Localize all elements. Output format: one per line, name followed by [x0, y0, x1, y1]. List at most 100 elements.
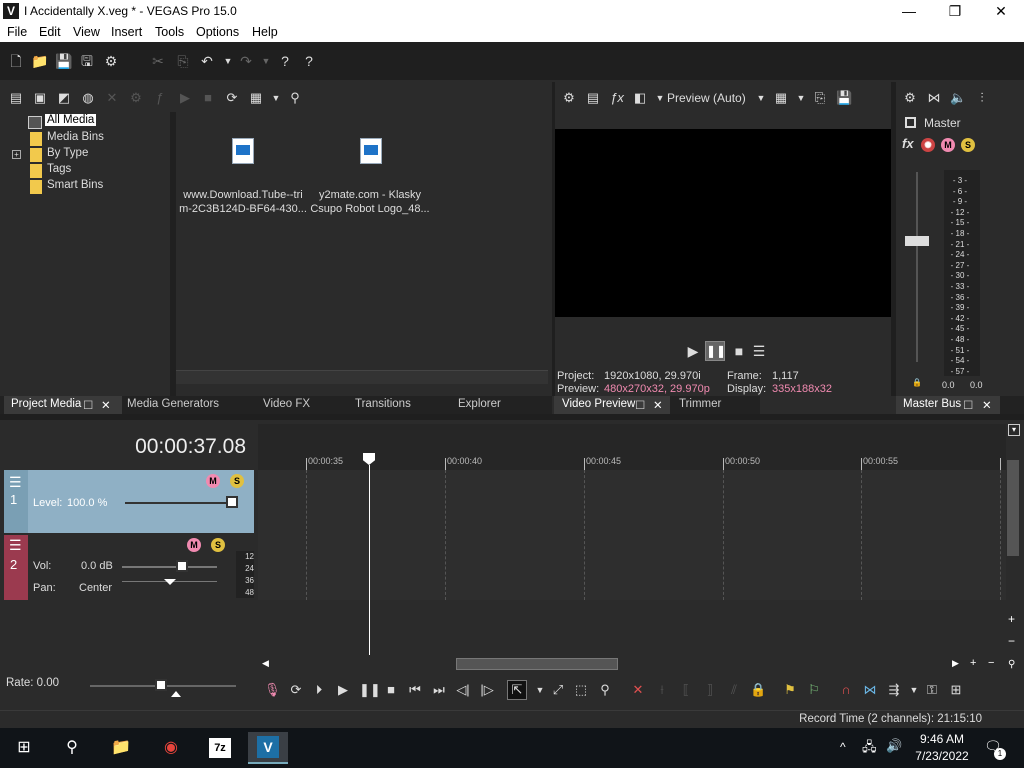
- vertical-scrollbar[interactable]: + −: [1006, 440, 1020, 650]
- close-button[interactable]: ✕: [978, 0, 1024, 22]
- trim-end-icon[interactable]: ⟧: [702, 682, 718, 698]
- pause-button[interactable]: ❚❚: [705, 341, 726, 361]
- expand-icon[interactable]: +: [12, 150, 21, 159]
- overlays-dropdown-icon[interactable]: ▼: [793, 90, 809, 106]
- pan-slider-handle[interactable]: [164, 579, 176, 585]
- close-tab-icon[interactable]: ✕: [101, 398, 111, 412]
- record-icon[interactable]: 🎙: [264, 682, 281, 698]
- volume-icon[interactable]: 🔊: [886, 738, 902, 754]
- clock-time[interactable]: 9:46 AM: [917, 732, 967, 746]
- zoom-out-icon[interactable]: −: [1008, 634, 1015, 648]
- solo-icon[interactable]: S: [230, 474, 244, 488]
- scroll-right-icon[interactable]: ▶: [952, 658, 959, 669]
- zoom-tool-icon[interactable]: ⚲: [597, 682, 613, 698]
- import-media-icon[interactable]: ▤: [8, 90, 24, 106]
- media-properties-icon[interactable]: ⚙: [128, 90, 144, 106]
- play-from-start-icon[interactable]: ⏵: [311, 682, 327, 698]
- vertical-scroll-thumb[interactable]: [1007, 460, 1019, 556]
- auto-preview-icon[interactable]: ⟳: [224, 90, 240, 106]
- menu-help[interactable]: Help: [252, 25, 278, 39]
- speaker-icon[interactable]: 🔈: [950, 90, 966, 106]
- region-icon[interactable]: ⚐: [806, 682, 822, 698]
- zoom-search-icon[interactable]: ⚲: [1008, 659, 1015, 670]
- horizontal-scroll-thumb[interactable]: [456, 658, 618, 670]
- tab-explorer[interactable]: Explorer: [458, 398, 501, 410]
- trim-icon[interactable]: ⟊: [654, 682, 670, 698]
- media-file-1[interactable]: www.Download.Tube--tri m-2C3B124D-BF64-4…: [178, 188, 308, 216]
- media-file-2[interactable]: y2mate.com - Klasky Csupo Robot Logo_48.…: [304, 188, 436, 216]
- 7zip-icon[interactable]: 7z: [200, 732, 240, 764]
- copy-icon[interactable]: ⎘: [175, 53, 191, 69]
- play-preview-icon[interactable]: ▶: [177, 90, 193, 106]
- redo-dropdown-icon[interactable]: ▼: [258, 53, 274, 69]
- undo-icon[interactable]: ↶: [199, 53, 215, 69]
- open-icon[interactable]: 📁: [31, 53, 48, 69]
- snapping-icon[interactable]: ∩: [838, 682, 854, 698]
- maximize-button[interactable]: ❐: [932, 0, 978, 22]
- save-icon[interactable]: 💾: [55, 53, 72, 69]
- what-is-this-help-icon[interactable]: ?: [277, 53, 293, 69]
- tree-all-media[interactable]: All Media: [45, 114, 97, 126]
- redo-icon[interactable]: ↷: [238, 53, 254, 69]
- lock-icon[interactable]: 🔒: [750, 682, 766, 698]
- remove-unused-icon[interactable]: ◍: [80, 90, 96, 106]
- undock-icon[interactable]: ☐: [963, 398, 973, 412]
- menu-options[interactable]: Options: [196, 25, 239, 39]
- vol-slider-handle[interactable]: [176, 560, 188, 572]
- tab-transitions[interactable]: Transitions: [355, 398, 411, 410]
- project-properties-icon[interactable]: ▤: [585, 90, 601, 106]
- marker-icon[interactable]: ⚑: [782, 682, 798, 698]
- downmix-icon[interactable]: ⋈: [926, 90, 942, 106]
- rate-slider-handle[interactable]: [155, 679, 167, 691]
- show-hidden-icons[interactable]: ^: [840, 740, 846, 754]
- auto-ripple-dropdown-icon[interactable]: ▼: [906, 682, 922, 698]
- chrome-icon[interactable]: ◉: [151, 732, 191, 764]
- video-file-icon[interactable]: [232, 138, 254, 164]
- audio-track-2-header[interactable]: ☰ 2 M S Vol: 0.0 dB Pan: Center 12 24 36…: [4, 535, 254, 600]
- split-dropdown-icon[interactable]: ▼: [652, 90, 668, 106]
- vegas-taskbar-icon[interactable]: V: [248, 732, 288, 764]
- loop-icon[interactable]: ⟳: [288, 682, 304, 698]
- help-icon[interactable]: ?: [301, 53, 317, 69]
- menu-insert[interactable]: Insert: [111, 25, 142, 39]
- file-explorer-icon[interactable]: 📁: [101, 732, 141, 764]
- auto-crossfade-icon[interactable]: ⋈: [862, 682, 878, 698]
- video-track-1-header[interactable]: ☰ 1 M S Level: 100.0 %: [4, 470, 254, 533]
- pause-icon[interactable]: ❚❚: [359, 682, 381, 698]
- cut-icon[interactable]: ✂: [150, 53, 166, 69]
- automation-icon[interactable]: ✺: [921, 138, 935, 152]
- play-icon[interactable]: ▶: [685, 343, 701, 359]
- next-frame-icon[interactable]: |▷: [479, 682, 495, 698]
- level-slider-handle[interactable]: [226, 496, 238, 508]
- master-fx-icon[interactable]: fx: [902, 136, 914, 151]
- stop-icon[interactable]: ■: [731, 343, 747, 359]
- save-snapshot-icon[interactable]: 💾: [836, 90, 852, 106]
- media-fx-icon[interactable]: ƒ: [152, 90, 168, 106]
- master-select-icon[interactable]: [905, 117, 916, 128]
- delete-icon[interactable]: ✕: [630, 682, 646, 698]
- close-tab-icon[interactable]: ✕: [653, 398, 663, 412]
- go-to-start-icon[interactable]: ⏮: [407, 682, 423, 698]
- undo-dropdown-icon[interactable]: ▼: [220, 53, 236, 69]
- playhead-cursor[interactable]: [369, 465, 370, 655]
- delete-icon[interactable]: ✕: [104, 90, 120, 106]
- zoom-out-horizontal-icon[interactable]: −: [988, 657, 994, 669]
- menu-edit[interactable]: Edit: [39, 25, 61, 39]
- lock-envelopes-icon[interactable]: ⚿: [924, 682, 940, 698]
- zoom-in-icon[interactable]: +: [1008, 612, 1015, 626]
- menu-icon[interactable]: ☰: [751, 343, 767, 359]
- envelope-tool-icon[interactable]: ⤢: [550, 682, 566, 698]
- menu-tools[interactable]: Tools: [155, 25, 184, 39]
- master-fader-handle[interactable]: [905, 236, 929, 246]
- track-menu-icon[interactable]: ☰: [9, 474, 22, 491]
- mute-icon[interactable]: M: [187, 538, 201, 552]
- tab-media-generators[interactable]: Media Generators: [127, 398, 219, 410]
- solo-icon[interactable]: S: [961, 138, 975, 152]
- tree-media-bins[interactable]: Media Bins: [47, 131, 104, 143]
- auto-ripple-icon[interactable]: ⇶: [886, 682, 902, 698]
- edit-tool-dropdown-icon[interactable]: ▼: [532, 682, 548, 698]
- mixer-faders-icon[interactable]: ⫶: [974, 90, 990, 106]
- menu-view[interactable]: View: [73, 25, 100, 39]
- views-icon[interactable]: ▦: [248, 90, 264, 106]
- timeline-horizontal-scrollbar[interactable]: ◀ ▶ + −: [258, 657, 1006, 671]
